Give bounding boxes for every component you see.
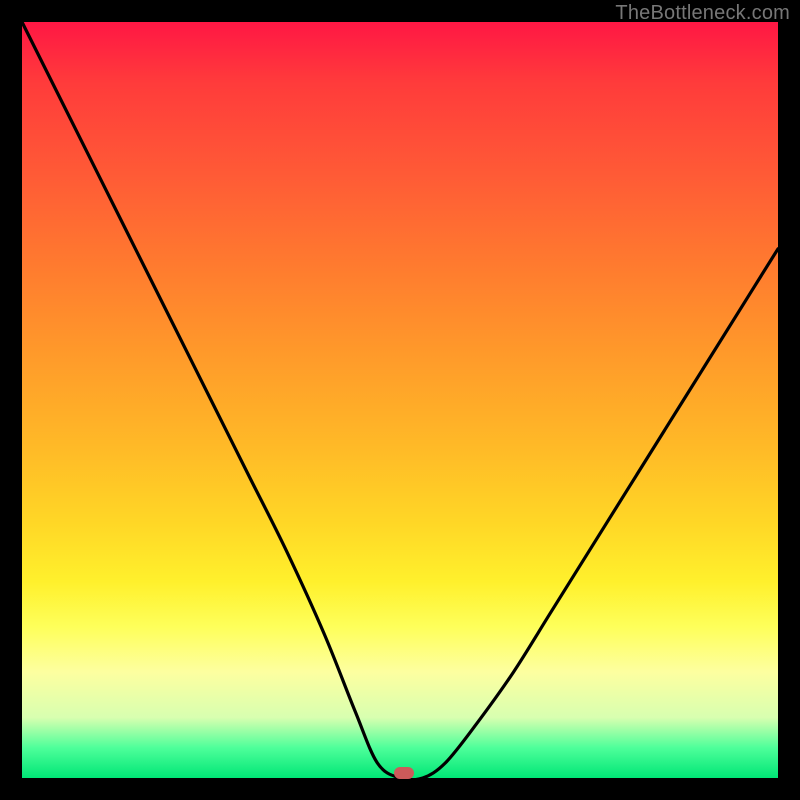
plot-area — [22, 22, 778, 778]
bottleneck-curve — [22, 22, 778, 778]
chart-frame: TheBottleneck.com — [0, 0, 800, 800]
optimum-marker — [394, 767, 414, 779]
